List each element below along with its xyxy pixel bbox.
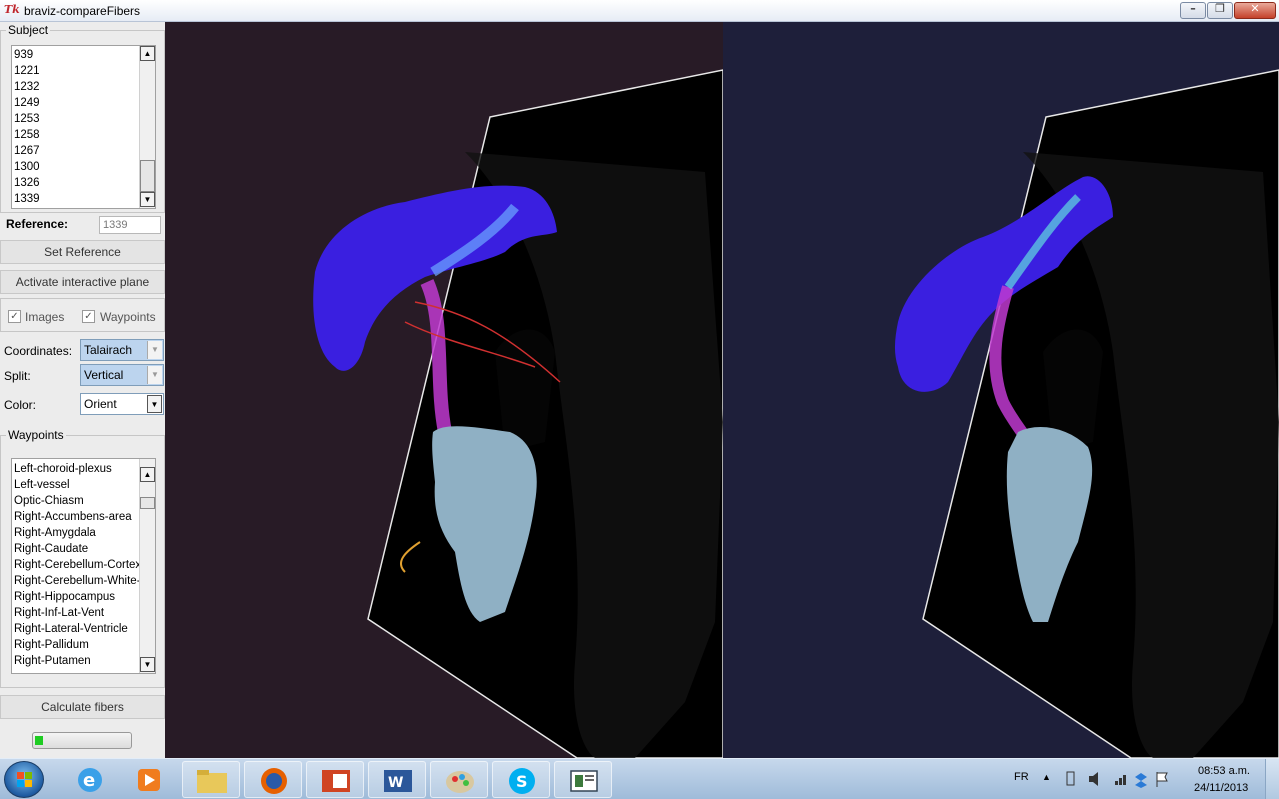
paint-icon[interactable] (430, 761, 488, 798)
internet-explorer-icon[interactable]: e (60, 761, 118, 798)
list-item[interactable]: Left-choroid-plexus (12, 461, 155, 477)
svg-text:W: W (388, 775, 403, 791)
show-desktop-button[interactable] (1265, 759, 1279, 799)
tk-app-taskbar-icon[interactable] (554, 761, 612, 798)
list-item[interactable]: 1326 (12, 175, 155, 191)
network-icon (1123, 775, 1126, 785)
split-select[interactable]: Vertical ▼ (80, 364, 164, 386)
progress-bar (32, 732, 132, 749)
waypoints-listbox[interactable]: Left-choroid-plexus Left-vessel Optic-Ch… (11, 458, 156, 674)
set-reference-button[interactable]: Set Reference (0, 240, 165, 264)
list-item[interactable]: Right-Pallidum (12, 637, 155, 653)
list-item[interactable]: 1339 (12, 191, 155, 207)
list-item[interactable]: Right-Cerebellum-Cortex (12, 557, 155, 573)
list-item[interactable]: Optic-Chiasm (12, 493, 155, 509)
reference-label: Reference: (6, 217, 69, 231)
list-item[interactable]: Right-Accumbens-area (12, 509, 155, 525)
progress-fill (35, 736, 43, 745)
list-item[interactable]: Right-Lateral-Ventricle (12, 621, 155, 637)
coordinates-select[interactable]: Talairach ▼ (80, 339, 164, 361)
dropbox-icon (1135, 773, 1147, 788)
list-item[interactable]: 939 (12, 47, 155, 63)
firefox-icon[interactable] (244, 761, 302, 798)
list-item[interactable]: Right-Amygdala (12, 525, 155, 541)
coordinates-value: Talairach (84, 343, 133, 357)
list-item[interactable]: 1221 (12, 63, 155, 79)
svg-text:e: e (83, 770, 95, 791)
title-bar: Tk braviz-compareFibers – ❐ ✕ (0, 0, 1279, 22)
right-3d-view[interactable] (723, 22, 1279, 758)
chevron-down-icon[interactable]: ▼ (147, 366, 162, 384)
waypoints-group-title: Waypoints (6, 428, 66, 442)
list-item[interactable]: Right-Hippocampus (12, 589, 155, 605)
minimize-button[interactable]: – (1180, 2, 1206, 19)
clock-time[interactable]: 08:53 a.m. (1198, 765, 1250, 777)
window-title: braviz-compareFibers (24, 4, 141, 18)
waypoints-scrollbar[interactable]: ▲ ▼ (139, 459, 155, 673)
color-label: Color: (4, 398, 37, 412)
subject-group-title: Subject (6, 23, 51, 37)
coordinates-label: Coordinates: (4, 344, 73, 358)
chevron-down-icon[interactable]: ▼ (147, 395, 162, 413)
calculate-fibers-button[interactable]: Calculate fibers (0, 695, 165, 719)
scroll-up-icon[interactable]: ▲ (140, 46, 155, 61)
tk-app-icon: Tk (4, 3, 20, 16)
split-value: Vertical (84, 368, 124, 382)
right-brain-render (894, 69, 1279, 758)
control-panel: Subject 939 1221 1232 1249 1253 1258 126… (0, 22, 165, 758)
waypoints-option-label: Waypoints (100, 310, 156, 324)
scroll-thumb[interactable] (140, 160, 155, 192)
color-value: Orient (84, 397, 117, 411)
windows-logo-icon (17, 772, 32, 787)
battery-icon (1066, 771, 1075, 786)
images-label: Images (25, 310, 65, 324)
system-tray-icons (1066, 771, 1168, 788)
list-item[interactable]: Left-vessel (12, 477, 155, 493)
list-item[interactable]: 1258 (12, 127, 155, 143)
chevron-down-icon[interactable]: ▼ (147, 341, 162, 359)
scroll-thumb[interactable] (140, 497, 155, 509)
powerpoint-icon[interactable] (306, 761, 364, 798)
subject-scrollbar[interactable]: ▲ ▼ (139, 46, 155, 208)
left-3d-view[interactable] (165, 22, 723, 758)
maximize-button[interactable]: ❐ (1207, 2, 1233, 19)
file-explorer-icon[interactable] (182, 761, 240, 798)
split-label: Split: (4, 369, 31, 383)
list-item[interactable]: 1300 (12, 159, 155, 175)
subject-listbox[interactable]: 939 1221 1232 1249 1253 1258 1267 1300 1… (11, 45, 156, 209)
subject-group: Subject 939 1221 1232 1249 1253 1258 126… (0, 23, 165, 213)
list-item[interactable]: Right-Caudate (12, 541, 155, 557)
waypoints-group: Waypoints Left-choroid-plexus Left-vesse… (0, 428, 165, 688)
activate-plane-button[interactable]: Activate interactive plane (0, 270, 165, 294)
scroll-up-icon[interactable]: ▲ (140, 467, 155, 482)
skype-icon[interactable]: S (492, 761, 550, 798)
show-hidden-icons-icon[interactable]: ▲ (1042, 772, 1051, 782)
left-brain-render (313, 69, 723, 758)
list-item[interactable]: 1249 (12, 95, 155, 111)
reference-field[interactable]: 1339 (99, 216, 161, 234)
waypoints-checkbox[interactable]: ✓ (82, 310, 95, 323)
list-item[interactable]: 1232 (12, 79, 155, 95)
list-item[interactable]: Right-Inf-Lat-Vent (12, 605, 155, 621)
list-item[interactable]: 1267 (12, 143, 155, 159)
svg-text:S: S (516, 772, 528, 791)
media-player-icon[interactable] (120, 761, 178, 798)
scroll-down-icon[interactable]: ▼ (140, 192, 155, 207)
list-item[interactable]: Right-Putamen (12, 653, 155, 669)
color-select[interactable]: Orient ▼ (80, 393, 164, 415)
volume-icon (1089, 772, 1098, 786)
start-button[interactable] (4, 761, 44, 798)
close-button[interactable]: ✕ (1234, 2, 1276, 19)
flag-icon (1156, 772, 1168, 787)
clock-date[interactable]: 24/11/2013 (1194, 782, 1248, 794)
taskbar: e W S FR ▲ 08:53 a.m. 24/11/2013 (0, 758, 1279, 799)
word-icon[interactable]: W (368, 761, 426, 798)
scroll-down-icon[interactable]: ▼ (140, 657, 155, 672)
list-item[interactable]: Right-Cerebellum-White-Matter (12, 573, 155, 589)
language-indicator[interactable]: FR (1014, 771, 1029, 783)
images-checkbox[interactable]: ✓ (8, 310, 21, 323)
list-item[interactable]: 1253 (12, 111, 155, 127)
